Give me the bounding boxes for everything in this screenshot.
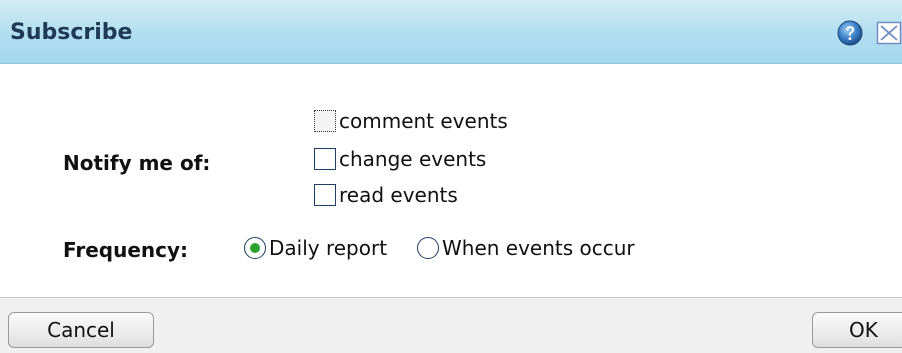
comment-events-checkbox[interactable]	[314, 110, 336, 132]
radio-selected-dot	[250, 243, 260, 253]
frequency-label: Frequency:	[63, 238, 189, 262]
dialog-footer: Cancel OK	[0, 297, 902, 353]
ok-button[interactable]: OK	[812, 312, 902, 348]
daily-report-label[interactable]: Daily report	[269, 236, 387, 260]
change-events-label[interactable]: change events	[339, 147, 486, 171]
comment-events-option[interactable]: comment events	[314, 108, 508, 134]
when-events-occur-radio[interactable]	[417, 237, 439, 259]
change-events-option[interactable]: change events	[314, 146, 486, 172]
read-events-option[interactable]: read events	[314, 182, 458, 208]
comment-events-label[interactable]: comment events	[339, 109, 508, 133]
when-events-occur-option[interactable]: When events occur	[417, 235, 635, 261]
change-events-checkbox[interactable]	[314, 148, 336, 170]
daily-report-option[interactable]: Daily report	[244, 235, 387, 261]
cancel-button[interactable]: Cancel	[8, 312, 154, 348]
dialog-title: Subscribe	[10, 20, 133, 45]
when-events-occur-label[interactable]: When events occur	[442, 236, 635, 260]
dialog-titlebar[interactable]: Subscribe	[0, 0, 902, 64]
read-events-label[interactable]: read events	[339, 183, 458, 207]
daily-report-radio[interactable]	[244, 237, 266, 259]
read-events-checkbox[interactable]	[314, 184, 336, 206]
close-icon[interactable]	[876, 21, 902, 45]
subscribe-dialog: Subscribe Notify me of: comment events c…	[0, 0, 902, 353]
help-icon[interactable]	[837, 20, 863, 46]
notify-label: Notify me of:	[63, 151, 211, 175]
